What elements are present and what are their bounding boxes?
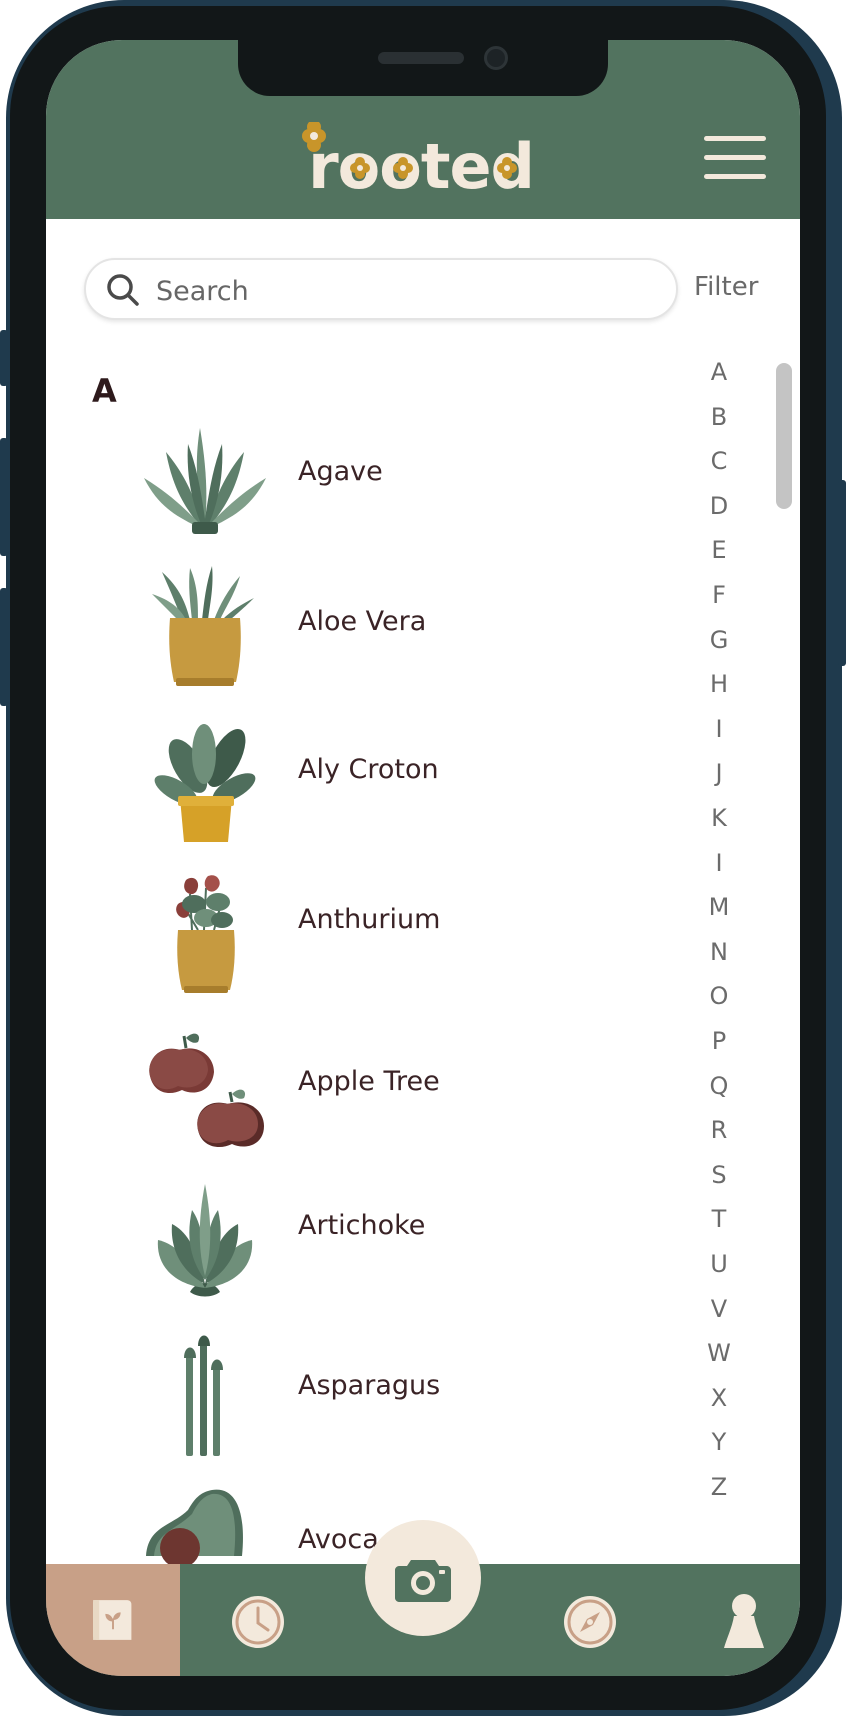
tab-profile[interactable] bbox=[692, 1564, 788, 1676]
person-icon bbox=[724, 1594, 764, 1648]
alphabet-index-letter[interactable]: X bbox=[692, 1384, 746, 1412]
scrollbar-thumb[interactable] bbox=[776, 363, 792, 509]
alphabet-index-letter[interactable]: W bbox=[692, 1339, 746, 1367]
alphabet-index-letter[interactable]: C bbox=[692, 447, 746, 475]
plant-list-item[interactable]: Apple Tree bbox=[46, 1024, 686, 1148]
logo-wordmark: rooted bbox=[308, 130, 534, 192]
aloe-vera-icon bbox=[152, 566, 254, 686]
alphabet-index-letter[interactable]: G bbox=[692, 626, 746, 654]
camera-button[interactable] bbox=[365, 1520, 481, 1636]
alphabet-index-letter[interactable]: R bbox=[692, 1116, 746, 1144]
compass-icon bbox=[564, 1596, 616, 1648]
menu-icon-bar bbox=[704, 136, 766, 141]
phone-side-button-power bbox=[838, 480, 846, 666]
app-screen: rooted Search Filter A Agave Aloe Vera A… bbox=[46, 40, 800, 1676]
plant-list-item[interactable]: Artichoke bbox=[46, 1180, 686, 1300]
menu-icon-bar bbox=[704, 155, 766, 160]
plant-name: Agave bbox=[298, 456, 383, 487]
phone-side-button-volume-down bbox=[0, 588, 8, 706]
alphabet-index-letter[interactable]: K bbox=[692, 804, 746, 832]
alphabet-index-letter[interactable]: Q bbox=[692, 1072, 746, 1100]
alphabet-index-letter[interactable]: Z bbox=[692, 1473, 746, 1501]
menu-icon-bar bbox=[704, 174, 766, 179]
search-icon bbox=[107, 274, 139, 306]
plant-name: Aly Croton bbox=[298, 754, 439, 785]
plant-name: Aloe Vera bbox=[298, 606, 427, 637]
plant-name: Asparagus bbox=[298, 1370, 441, 1401]
device-notch bbox=[238, 40, 608, 96]
alphabet-index-letter[interactable]: V bbox=[692, 1295, 746, 1323]
journal-sprout-icon bbox=[93, 1600, 132, 1640]
plant-name: Artichoke bbox=[298, 1210, 426, 1241]
camera-icon bbox=[395, 1560, 451, 1602]
phone-side-button-silent bbox=[0, 330, 8, 386]
plant-name: Anthurium bbox=[298, 904, 441, 935]
apple-icon bbox=[149, 1033, 264, 1148]
alphabet-index-letter[interactable]: I bbox=[692, 849, 746, 877]
asparagus-icon bbox=[184, 1335, 223, 1456]
search-input[interactable] bbox=[154, 270, 658, 312]
alphabet-index-letter[interactable]: B bbox=[692, 403, 746, 431]
hamburger-menu-button[interactable] bbox=[704, 136, 768, 180]
app-header: rooted bbox=[46, 40, 800, 219]
artichoke-icon bbox=[157, 1184, 253, 1297]
alphabet-index-letter[interactable]: J bbox=[692, 759, 746, 787]
aly-croton-icon bbox=[154, 724, 256, 842]
rooted-logo: rooted bbox=[302, 122, 535, 192]
alphabet-index-letter[interactable]: I bbox=[692, 715, 746, 743]
alphabet-index-letter[interactable]: T bbox=[692, 1205, 746, 1233]
alphabet-index-letter[interactable]: E bbox=[692, 536, 746, 564]
clock-icon bbox=[232, 1596, 284, 1648]
alphabet-index-letter[interactable]: D bbox=[692, 492, 746, 520]
plant-list-item[interactable]: Aloe Vera bbox=[46, 564, 686, 686]
front-camera bbox=[484, 46, 508, 70]
alphabet-index-letter[interactable]: A bbox=[692, 358, 746, 386]
tab-explore[interactable] bbox=[542, 1564, 638, 1676]
speaker-grille bbox=[378, 52, 464, 64]
plant-list-item[interactable]: Agave bbox=[46, 414, 686, 534]
plant-name: Avoca bbox=[298, 1524, 379, 1555]
agave-icon bbox=[144, 428, 266, 534]
plant-list-item[interactable]: Aly Croton bbox=[46, 718, 686, 842]
alphabet-index-letter[interactable]: N bbox=[692, 938, 746, 966]
tab-history[interactable] bbox=[210, 1564, 306, 1676]
alphabet-index-letter[interactable]: M bbox=[692, 893, 746, 921]
tab-plant-journal[interactable] bbox=[46, 1564, 180, 1676]
phone-side-button-volume-up bbox=[0, 438, 8, 556]
alphabet-index-letter[interactable]: H bbox=[692, 670, 746, 698]
alphabet-index-letter[interactable]: Y bbox=[692, 1428, 746, 1456]
plant-name: Apple Tree bbox=[298, 1066, 440, 1097]
alphabet-index-letter[interactable]: F bbox=[692, 581, 746, 609]
alphabet-index-letter[interactable]: O bbox=[692, 982, 746, 1010]
search-row: Filter bbox=[46, 258, 800, 324]
search-bar[interactable] bbox=[84, 258, 678, 320]
alphabet-index-letter[interactable]: P bbox=[692, 1027, 746, 1055]
plant-list-item[interactable]: Anthurium bbox=[46, 870, 686, 993]
plant-list-item[interactable]: Asparagus bbox=[46, 1332, 686, 1456]
filter-button[interactable]: Filter bbox=[694, 272, 758, 302]
anthurium-icon bbox=[176, 875, 235, 993]
alphabet-index-letter[interactable]: S bbox=[692, 1161, 746, 1189]
alphabet-index-letter[interactable]: U bbox=[692, 1250, 746, 1278]
section-header-letter: A bbox=[92, 372, 117, 410]
